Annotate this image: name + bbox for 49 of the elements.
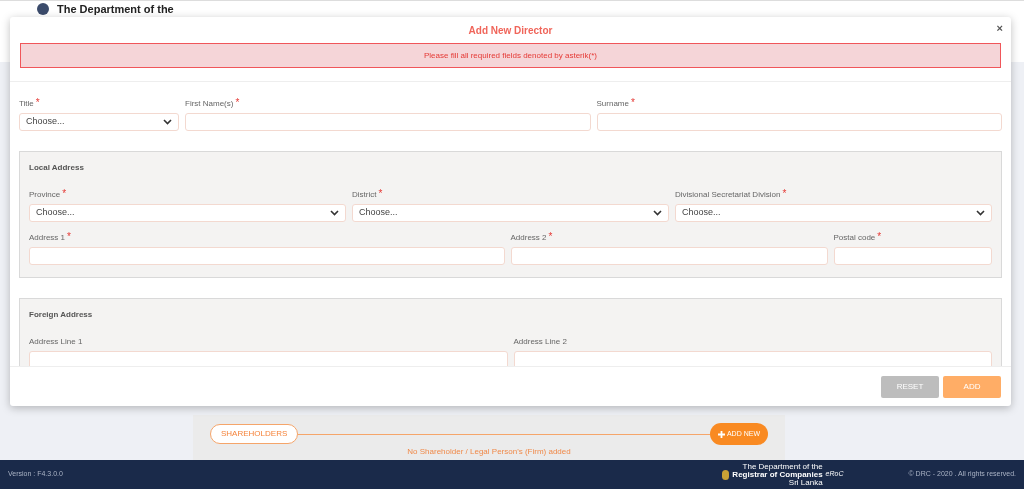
required-asterisk: * [62, 189, 67, 199]
required-asterisk: * [782, 189, 787, 199]
plus-icon [717, 430, 725, 438]
chevron-down-icon [330, 210, 339, 216]
header-logo-text: The Department of the [57, 3, 174, 16]
empty-message: No Shareholder / Legal Person's (Firm) added [407, 447, 571, 457]
input-field[interactable] [833, 247, 992, 265]
field-label: Postal code [833, 232, 876, 244]
required-asterisk: * [235, 98, 240, 108]
input-field[interactable] [513, 351, 992, 366]
field-label: First Name(s) [185, 98, 234, 110]
field-label: Title [19, 98, 34, 110]
field-label: Surname [596, 98, 629, 110]
required-asterisk: * [630, 98, 635, 108]
field-label: Address Line 2 [513, 336, 567, 348]
field-label: Address Line 1 [29, 336, 83, 348]
field-label: Province [29, 189, 61, 201]
input-field[interactable] [596, 113, 1002, 131]
field-label: Address 2 [510, 232, 547, 244]
select-field[interactable]: Choose... [352, 204, 669, 222]
field-label: District [352, 189, 377, 201]
required-asterisk: * [548, 232, 553, 242]
footer-logo-text: The Department of the [742, 462, 823, 471]
select-field[interactable]: Choose... [29, 204, 346, 222]
footer-logo-text: Registrar of Companies [732, 470, 823, 479]
input-field[interactable] [29, 351, 508, 366]
field-label: Divisional Secretariat Division [675, 189, 781, 201]
emblem-icon [37, 3, 49, 15]
error-alert: Please fill all required fields denoted by asterik(*) [20, 43, 1001, 68]
close-button[interactable]: × [996, 23, 1003, 34]
emblem-icon [722, 469, 730, 480]
required-asterisk: * [67, 232, 71, 242]
input-field[interactable] [510, 247, 828, 265]
chevron-down-icon [976, 210, 985, 216]
chevron-down-icon [653, 210, 662, 216]
select-field[interactable]: Choose... [675, 204, 992, 222]
input-field[interactable] [185, 113, 591, 131]
input-field[interactable] [29, 247, 505, 265]
chevron-down-icon [163, 119, 172, 125]
field-label: Address 1 [29, 232, 66, 244]
required-asterisk: * [35, 98, 40, 108]
select-field[interactable]: Choose... [19, 113, 179, 131]
shareholders-label: SHAREHOLDERS [210, 424, 299, 444]
required-asterisk: * [378, 189, 383, 199]
required-asterisk: * [877, 232, 882, 242]
modal-title: Add New Director [468, 23, 553, 38]
footer-logo-text: Sri Lanka [788, 478, 823, 487]
section-title: Foreign Address [29, 309, 94, 321]
section-title: Local Address [29, 162, 85, 174]
